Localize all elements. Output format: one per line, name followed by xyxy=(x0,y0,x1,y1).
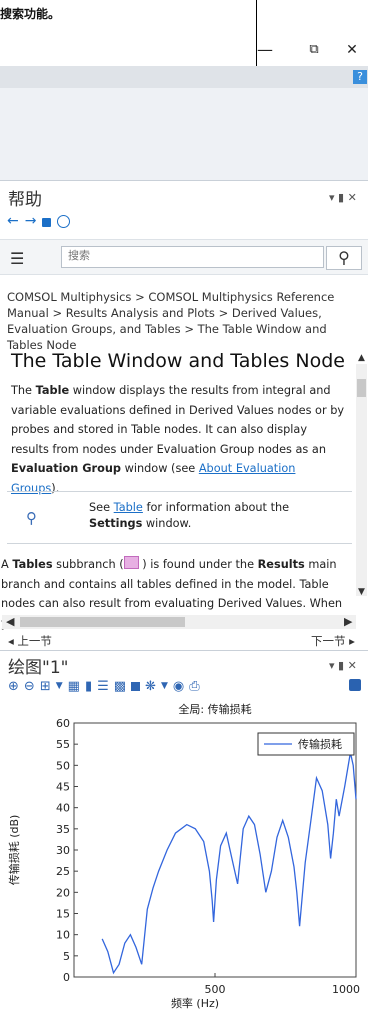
scroll-up-icon[interactable]: ▲ xyxy=(358,353,365,363)
scroll-right-icon[interactable]: ▶ xyxy=(344,615,352,628)
plot-panel-controls[interactable]: ▾ ▮ ✕ xyxy=(329,659,357,672)
empty-pane xyxy=(0,88,368,180)
plot-area-frame xyxy=(73,722,357,978)
settings-icon[interactable]: ❋ xyxy=(145,679,156,694)
zoom-out-icon[interactable]: ⊖ xyxy=(24,679,35,694)
x-axis-label: 频率 (Hz) xyxy=(171,996,219,1010)
y-tick-label: 25 xyxy=(56,865,70,878)
next-section-link[interactable]: 下一节 ▸ xyxy=(311,633,355,649)
top-text: 搜索功能。 xyxy=(0,7,61,21)
table-node-icon xyxy=(123,556,139,569)
table-view-icon[interactable]: ☰ xyxy=(97,679,109,694)
note-divider xyxy=(7,491,352,492)
zoom-extents-icon[interactable]: ▦ xyxy=(68,679,80,694)
bar-view-icon[interactable]: ▮ xyxy=(85,679,92,694)
plot-panel-title: 绘图"1" xyxy=(8,658,69,678)
transmission-loss-chart: 全局: 传输损耗 0 5 10 15 20 25 30 35 40 45 50 55 60 500 1000 频… xyxy=(7,702,360,1010)
lock-icon[interactable] xyxy=(131,681,141,691)
scroll-left-icon[interactable]: ◀ xyxy=(6,615,14,628)
y-tick-label: 45 xyxy=(56,781,70,794)
camera-icon[interactable]: ◉ xyxy=(173,679,184,694)
globe-icon[interactable] xyxy=(57,214,71,228)
y-tick-label: 20 xyxy=(56,886,70,899)
legend-label: 传输损耗 xyxy=(298,737,342,751)
previous-section-link[interactable]: ◂ 上一节 xyxy=(8,633,52,649)
minimize-button[interactable]: — xyxy=(253,40,277,60)
dropdown-icon[interactable]: ▼ xyxy=(161,681,168,691)
y-tick-label: 60 xyxy=(56,717,70,730)
magnifier-note-icon: ⚲ xyxy=(26,509,37,527)
legend-toggle-icon[interactable]: ▩ xyxy=(114,679,126,694)
search-box[interactable] xyxy=(61,246,324,268)
y-tick-label: 35 xyxy=(56,823,70,836)
scroll-down-icon[interactable]: ▼ xyxy=(358,587,365,597)
series-line xyxy=(101,752,357,975)
back-arrow-icon[interactable]: ← xyxy=(7,213,19,229)
doc-paragraph: The Table window displays the results fr… xyxy=(11,384,345,495)
forward-arrow-icon[interactable]: → xyxy=(25,213,37,229)
horizontal-scroll-thumb[interactable] xyxy=(20,617,185,627)
y-tick-label: 15 xyxy=(56,908,70,921)
help-panel: 帮助 ▾ ▮ ✕ ← → ☰ ⚲ COMSOL Multiphysics > C… xyxy=(0,180,368,648)
menu-icon[interactable]: ☰ xyxy=(10,249,24,268)
zoom-in-icon[interactable]: ⊕ xyxy=(8,679,19,694)
lock-icon[interactable] xyxy=(42,218,52,227)
help-nav-bar: ← → xyxy=(7,212,71,230)
y-tick-label: 10 xyxy=(56,929,70,942)
dropdown-icon[interactable]: ▼ xyxy=(56,681,63,691)
help-panel-controls[interactable]: ▾ ▮ ✕ xyxy=(329,191,357,204)
search-icon[interactable]: ⚲ xyxy=(326,246,362,270)
note-divider xyxy=(7,543,352,544)
y-tick-label: 0 xyxy=(63,971,70,984)
breadcrumb[interactable]: COMSOL Multiphysics > COMSOL Multiphysic… xyxy=(7,289,363,353)
ribbon-strip xyxy=(0,66,368,88)
vertical-scroll-thumb[interactable] xyxy=(357,379,366,397)
help-search-row: ☰ ⚲ xyxy=(0,239,368,275)
help-icon[interactable]: ? xyxy=(353,70,367,84)
restore-button[interactable]: ⧉ xyxy=(302,40,326,60)
y-axis-label: 传输损耗 (dB) xyxy=(7,815,21,886)
plot-panel: 绘图"1" ▾ ▮ ✕ ⊕ ⊖ ⊞ ▼ ▦ ▮ ☰ ▩ ❋ ▼ ◉ ⎙ 全局: … xyxy=(0,650,368,1014)
table-link[interactable]: Table xyxy=(114,501,143,514)
x-tick-label: 500 xyxy=(205,983,226,996)
y-tick-label: 55 xyxy=(56,738,70,751)
x-tick-label: 1000 xyxy=(332,983,360,996)
search-input[interactable] xyxy=(62,247,318,265)
plot-export-icon[interactable] xyxy=(349,679,361,691)
y-tick-label: 30 xyxy=(56,844,70,857)
doc-note: See Table for information about the Sett… xyxy=(89,501,290,530)
close-button[interactable]: ✕ xyxy=(340,40,364,60)
y-tick-label: 50 xyxy=(56,759,70,772)
zoom-box-icon[interactable]: ⊞ xyxy=(40,679,51,694)
print-icon[interactable]: ⎙ xyxy=(189,679,199,694)
chart-title: 全局: 传输损耗 xyxy=(178,702,251,716)
y-tick-label: 5 xyxy=(63,950,70,963)
y-tick-label: 40 xyxy=(56,802,70,815)
vertical-scrollbar[interactable] xyxy=(356,364,367,596)
plot-toolbar: ⊕ ⊖ ⊞ ▼ ▦ ▮ ☰ ▩ ❋ ▼ ◉ ⎙ xyxy=(8,677,200,695)
page-title: The Table Window and Tables Node xyxy=(11,350,345,372)
help-panel-title: 帮助 xyxy=(8,190,42,210)
